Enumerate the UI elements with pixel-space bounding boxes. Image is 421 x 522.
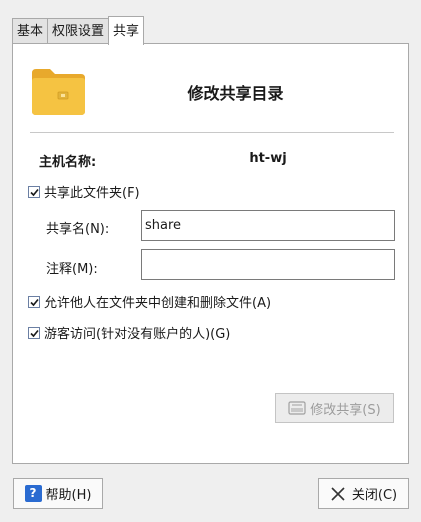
- share-folder-checkbox[interactable]: 共享此文件夹(F): [28, 182, 140, 201]
- checkbox-checked-icon: [28, 326, 40, 339]
- tab-permissions[interactable]: 权限设置: [47, 18, 110, 44]
- dialog-title: 修改共享目录: [187, 84, 284, 103]
- drive-icon: [288, 401, 306, 415]
- close-icon: [331, 486, 345, 501]
- guest-access-label: 游客访问(针对没有账户的人)(G): [44, 327, 231, 342]
- guest-access-checkbox[interactable]: 游客访问(针对没有账户的人)(G): [28, 323, 230, 342]
- help-icon: ?: [24, 485, 42, 502]
- share-panel: 修改共享目录 主机名称: ht-wj 共享此文件夹(F) 共享名(N): 注释(…: [12, 43, 409, 464]
- tab-bar: 基本 权限设置 共享: [12, 16, 145, 45]
- comment-label: 注释(M):: [46, 262, 98, 277]
- share-name-input[interactable]: [141, 210, 395, 241]
- allow-others-checkbox[interactable]: 允许他人在文件夹中创建和删除文件(A): [28, 292, 271, 311]
- tab-share[interactable]: 共享: [108, 16, 145, 45]
- comment-input[interactable]: [141, 249, 395, 280]
- folder-icon: [32, 69, 85, 115]
- checkbox-checked-icon: [28, 295, 40, 308]
- close-button[interactable]: 关闭(C): [318, 478, 409, 509]
- host-name-value: ht-wj: [249, 151, 287, 166]
- modify-share-button[interactable]: 修改共享(S): [275, 393, 394, 423]
- modify-share-label: 修改共享(S): [310, 402, 381, 418]
- tab-basic[interactable]: 基本: [12, 18, 49, 44]
- checkbox-checked-icon: [28, 185, 40, 198]
- allow-others-label: 允许他人在文件夹中创建和删除文件(A): [44, 296, 272, 311]
- share-name-label: 共享名(N):: [46, 222, 110, 237]
- header-divider: [30, 132, 394, 134]
- host-name-label: 主机名称:: [39, 155, 97, 170]
- share-properties-dialog: 基本 权限设置 共享 修改共享目录 主机名称: ht-wj 共享此文件夹(F) …: [0, 0, 421, 522]
- close-button-label: 关闭(C): [351, 488, 398, 503]
- help-button[interactable]: ? 帮助(H): [13, 478, 103, 509]
- help-button-label: 帮助(H): [45, 488, 92, 503]
- share-folder-label: 共享此文件夹(F): [44, 186, 140, 201]
